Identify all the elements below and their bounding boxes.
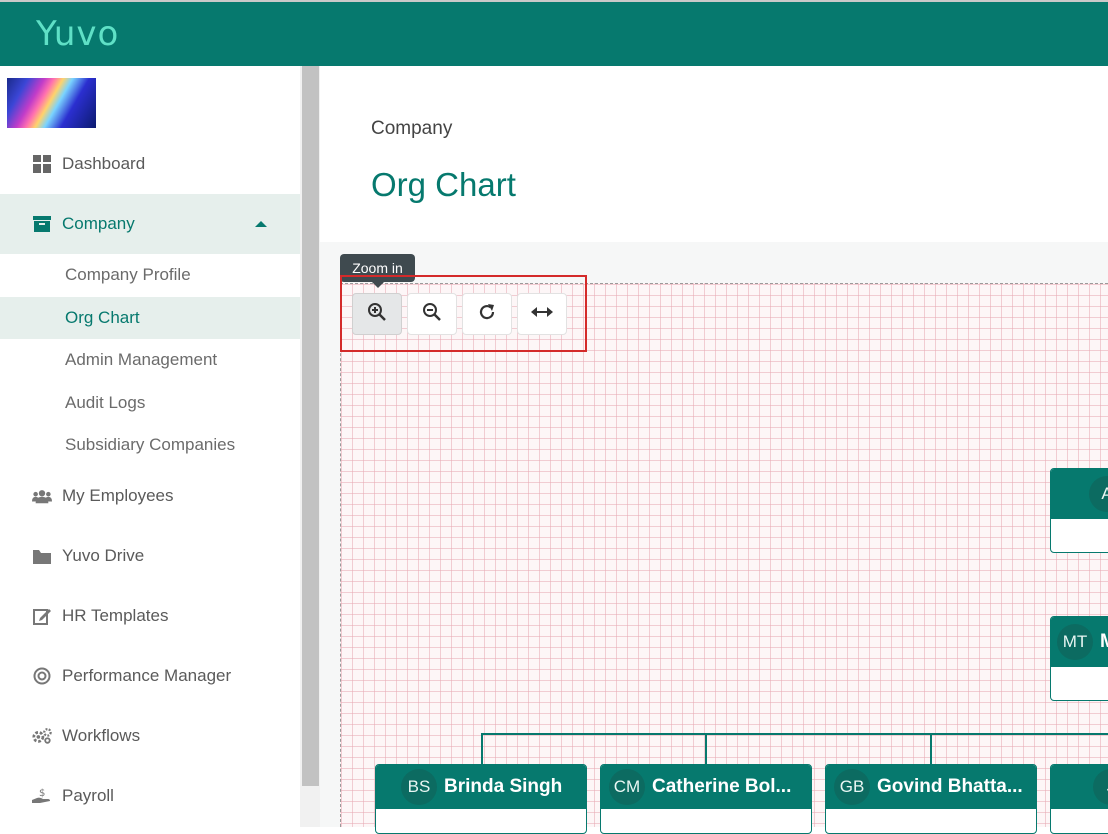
archive-box-icon	[32, 214, 52, 234]
company-logo-image[interactable]	[7, 78, 96, 128]
connector-line	[481, 733, 1108, 735]
avatar: MT	[1057, 624, 1093, 660]
avatar: BS	[401, 769, 437, 805]
sidebar-item-hr-templates[interactable]: HR Templates	[0, 586, 300, 646]
sidebar-item-label: Performance Manager	[62, 666, 232, 685]
sidebar-subitem-admin-management[interactable]: Admin Management	[0, 339, 300, 381]
breadcrumb[interactable]: Company	[371, 118, 452, 140]
rotate-icon	[477, 302, 497, 327]
employee-name: Catherine Bol...	[652, 776, 792, 797]
sidebar-item-label: Dashboard	[62, 154, 146, 173]
avatar: A	[1089, 476, 1108, 512]
page-title: Org Chart	[371, 166, 516, 203]
sidebar-item-label: Company	[62, 214, 135, 233]
users-icon	[32, 486, 52, 506]
target-icon	[32, 666, 52, 686]
folder-icon	[32, 546, 52, 566]
reset-button[interactable]	[462, 293, 512, 335]
avatar: J	[1093, 769, 1108, 805]
sidebar-subitem-org-chart[interactable]: Org Chart	[0, 297, 300, 339]
app-logo[interactable]: Yuvo	[36, 14, 119, 54]
sidebar-subitem-subsidiary-companies[interactable]: Subsidiary Companies	[0, 424, 300, 466]
arrows-horizontal-icon	[531, 305, 553, 324]
org-node-card[interactable]: GB Govind Bhatta...	[825, 764, 1037, 834]
zoom-in-icon	[367, 302, 387, 327]
svg-text:$: $	[39, 788, 45, 799]
top-bar: Yuvo	[0, 0, 1108, 66]
connector-line	[930, 733, 932, 765]
org-node-card[interactable]: BS Brinda Singh	[375, 764, 587, 834]
org-node-card[interactable]: J	[1050, 764, 1108, 834]
sidebar-item-company[interactable]: Company	[0, 194, 300, 254]
sidebar-item-payroll[interactable]: $ Payroll	[0, 766, 300, 826]
zoom-in-button[interactable]	[352, 293, 402, 335]
gears-icon	[32, 726, 52, 746]
sidebar-item-yuvo-drive[interactable]: Yuvo Drive	[0, 526, 300, 586]
org-node-card[interactable]: A	[1050, 468, 1108, 553]
sidebar-item-label: Payroll	[62, 786, 114, 805]
sidebar-item-label: HR Templates	[62, 606, 169, 625]
sidebar-item-label: My Employees	[62, 486, 174, 505]
sidebar-item-label: Yuvo Drive	[62, 546, 145, 565]
sidebar-item-performance-manager[interactable]: Performance Manager	[0, 646, 300, 706]
employee-name: Govind Bhatta...	[877, 776, 1023, 797]
connector-line	[705, 733, 707, 765]
sidebar-subitem-company-profile[interactable]: Company Profile	[0, 254, 300, 296]
employee-name: Brinda Singh	[444, 776, 563, 797]
sidebar-item-my-employees[interactable]: My Employees	[0, 466, 300, 526]
page-header: Company Org Chart	[320, 66, 1108, 242]
caret-up-icon[interactable]	[255, 221, 267, 227]
sidebar-item-dashboard[interactable]: Dashboard	[0, 134, 300, 194]
avatar: GB	[834, 769, 870, 805]
hand-money-icon: $	[32, 786, 52, 806]
dashboard-icon	[32, 154, 52, 174]
connector-line	[481, 733, 483, 765]
org-node-card[interactable]: CM Catherine Bol...	[600, 764, 812, 834]
avatar: CM	[609, 769, 645, 805]
sidebar-item-label: Workflows	[62, 726, 141, 745]
zoom-out-button[interactable]	[407, 293, 457, 335]
sidebar-item-workflows[interactable]: Workflows	[0, 706, 300, 766]
employee-name: M	[1100, 631, 1108, 653]
org-chart-canvas[interactable]	[340, 283, 1108, 827]
org-node-card[interactable]: MT M	[1050, 616, 1108, 701]
zoom-out-icon	[422, 302, 442, 327]
sidebar-scrollbar-thumb[interactable]	[302, 66, 319, 786]
fit-width-button[interactable]	[517, 293, 567, 335]
sidebar-subitem-audit-logs[interactable]: Audit Logs	[0, 382, 300, 424]
edit-document-icon	[32, 606, 52, 626]
